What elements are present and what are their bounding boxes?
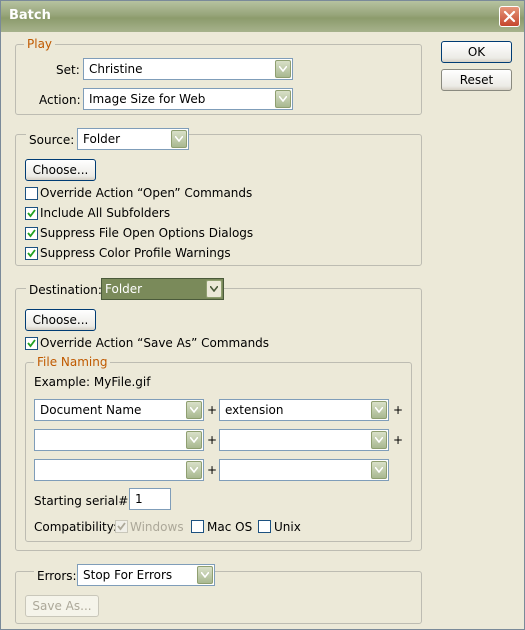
chevron-down-icon[interactable] [275, 90, 291, 108]
checkmark-icon [27, 209, 36, 218]
naming-field-2-right[interactable] [219, 429, 389, 451]
checkmark-icon [117, 522, 126, 531]
destination-choose-button[interactable]: Choose... [25, 309, 96, 331]
close-button[interactable] [499, 6, 520, 27]
source-label: Source: [26, 133, 78, 147]
override-open-label: Override Action “Open” Commands [40, 186, 253, 200]
naming-field-1-left-value: Document Name [40, 403, 142, 417]
chevron-down-icon[interactable] [171, 130, 187, 148]
suppress-open-options-label: Suppress File Open Options Dialogs [40, 226, 254, 240]
action-value: Image Size for Web [89, 92, 206, 106]
plus-sign: + [207, 463, 218, 477]
chevron-down-icon[interactable] [186, 431, 202, 449]
checkmark-icon [27, 229, 36, 238]
suppress-color-profile-checkbox[interactable] [25, 247, 38, 260]
set-select[interactable]: Christine [83, 58, 293, 80]
naming-example: Example: MyFile.gif [34, 375, 151, 389]
ok-button[interactable]: OK [441, 41, 512, 63]
errors-save-as-button[interactable]: Save As... [25, 595, 99, 617]
override-open-checkbox[interactable] [25, 187, 38, 200]
source-choose-button[interactable]: Choose... [25, 159, 96, 181]
errors-value: Stop For Errors [83, 568, 173, 582]
play-legend: Play [27, 37, 53, 51]
plus-sign: + [207, 403, 218, 417]
plus-sign: + [393, 403, 404, 417]
source-select[interactable]: Folder [77, 128, 189, 150]
chevron-down-icon[interactable] [371, 461, 387, 479]
compat-windows-label: Windows [130, 520, 184, 534]
compat-windows-checkbox[interactable] [115, 520, 128, 533]
naming-field-3-right[interactable] [219, 459, 389, 481]
compat-unix-checkbox[interactable] [258, 520, 271, 533]
title-bar[interactable]: Batch [1, 1, 524, 32]
chevron-down-icon[interactable] [371, 431, 387, 449]
chevron-down-icon[interactable] [197, 566, 213, 584]
naming-field-2-left[interactable] [34, 429, 204, 451]
action-select[interactable]: Image Size for Web [83, 88, 293, 110]
reset-button[interactable]: Reset [441, 69, 512, 91]
file-naming-legend: File Naming [37, 355, 108, 369]
chevron-down-icon[interactable] [186, 401, 202, 419]
chevron-down-icon[interactable] [206, 280, 222, 298]
serial-value: 1 [135, 492, 143, 506]
checkmark-icon [27, 249, 36, 258]
override-save-as-checkbox[interactable] [25, 337, 38, 350]
checkmark-icon [27, 339, 36, 348]
compat-macos-checkbox[interactable] [191, 520, 204, 533]
chevron-down-icon[interactable] [371, 401, 387, 419]
naming-field-3-left[interactable] [34, 459, 204, 481]
compat-unix-label: Unix [274, 520, 301, 534]
naming-field-1-right[interactable]: extension [219, 399, 389, 421]
destination-label: Destination: [26, 283, 105, 297]
source-value: Folder [83, 132, 121, 146]
include-subfolders-checkbox[interactable] [25, 207, 38, 220]
naming-field-1-left[interactable]: Document Name [34, 399, 204, 421]
plus-sign: + [207, 433, 218, 447]
close-icon [503, 10, 516, 23]
action-label: Action: [39, 93, 81, 107]
chevron-down-icon[interactable] [275, 60, 291, 78]
destination-select[interactable]: Folder [101, 278, 224, 300]
set-label: Set: [56, 63, 80, 77]
errors-label: Errors: [34, 569, 80, 583]
window-title: Batch [9, 8, 51, 23]
serial-input[interactable]: 1 [129, 488, 171, 510]
batch-dialog: Batch OK Reset Play Set: Christine Actio… [0, 0, 525, 630]
suppress-color-profile-label: Suppress Color Profile Warnings [40, 246, 231, 260]
override-save-as-label: Override Action “Save As” Commands [40, 336, 270, 350]
serial-label: Starting serial#: [34, 494, 133, 508]
plus-sign: + [393, 433, 404, 447]
set-value: Christine [89, 62, 143, 76]
compatibility-label: Compatibility: [34, 520, 118, 534]
naming-field-1-right-value: extension [225, 403, 284, 417]
compat-macos-label: Mac OS [207, 520, 253, 534]
errors-select[interactable]: Stop For Errors [77, 564, 215, 586]
include-subfolders-label: Include All Subfolders [40, 206, 171, 220]
chevron-down-icon[interactable] [186, 461, 202, 479]
suppress-open-options-checkbox[interactable] [25, 227, 38, 240]
destination-value: Folder [105, 282, 143, 296]
